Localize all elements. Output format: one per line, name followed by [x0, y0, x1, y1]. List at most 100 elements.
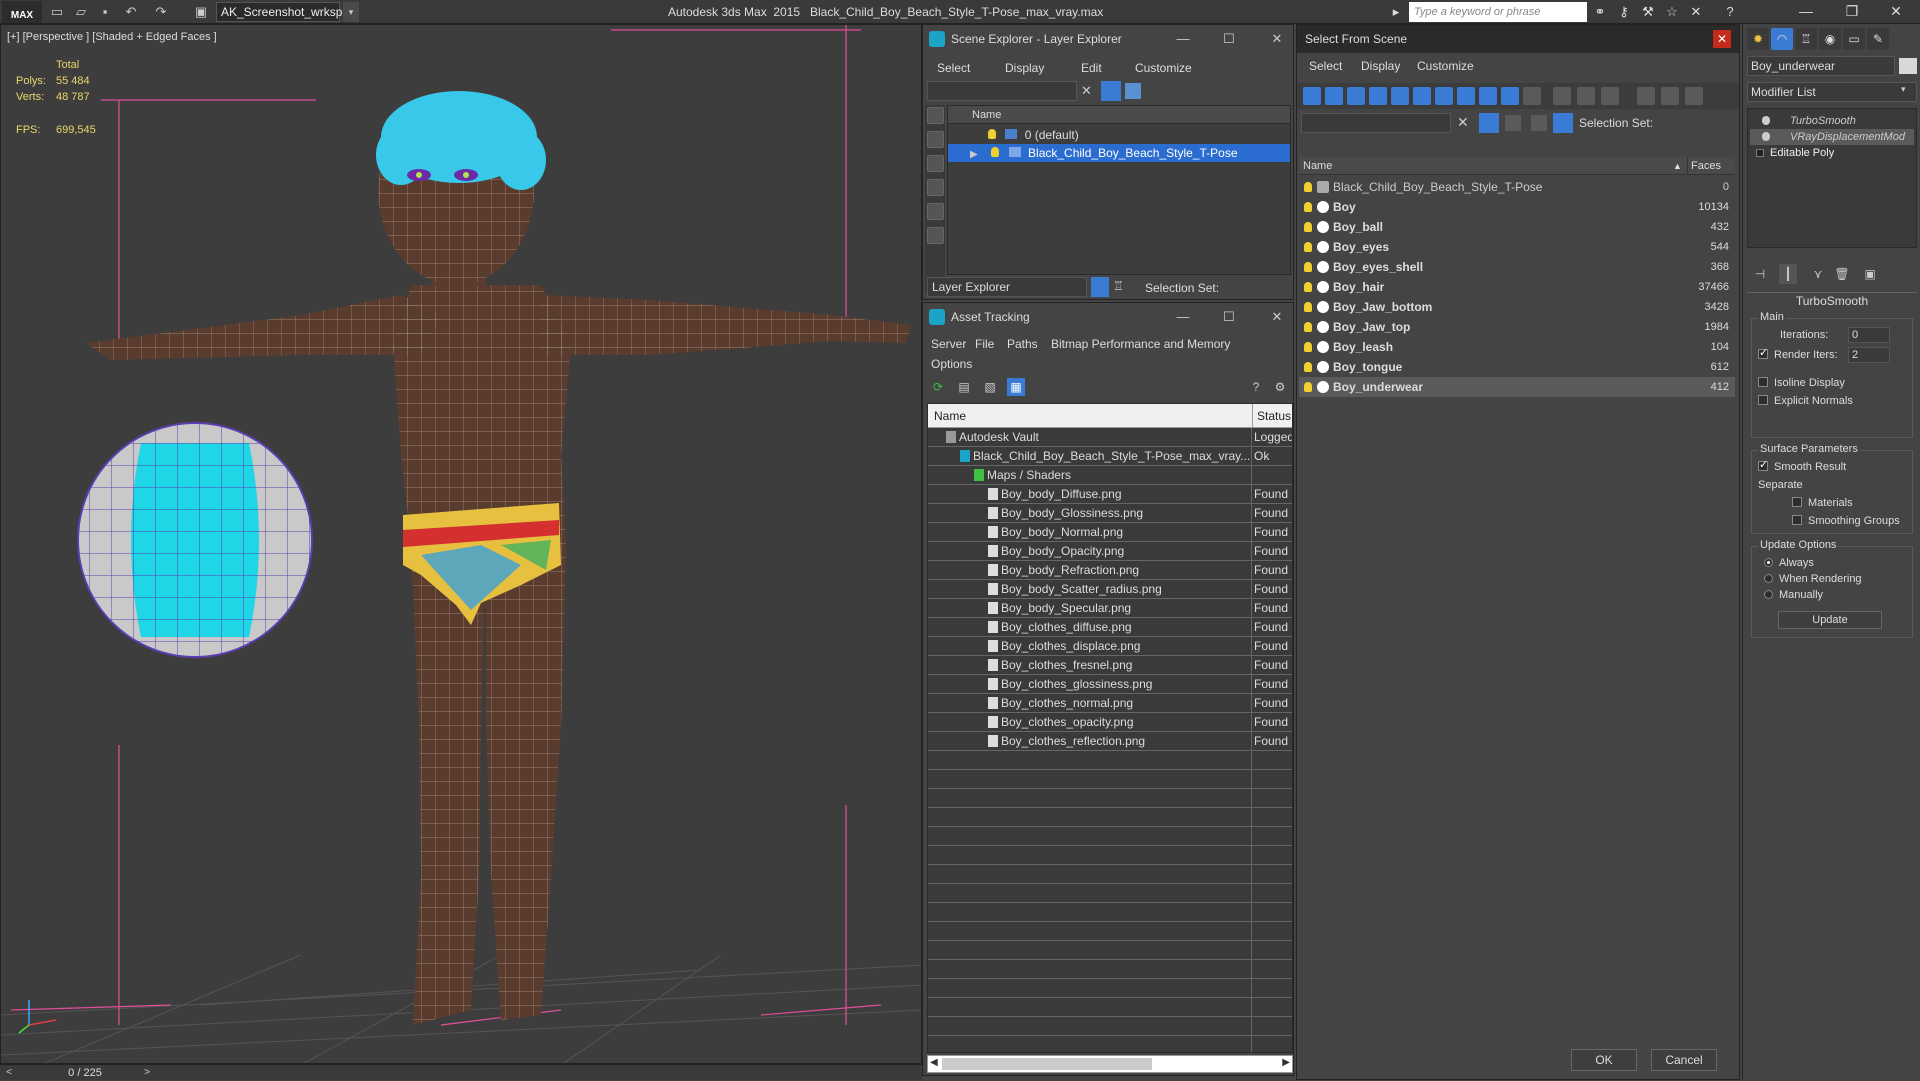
object-color-swatch[interactable] [1899, 58, 1917, 74]
expand-arrow-icon[interactable]: ▶ [970, 146, 984, 164]
filter-geometry-icon[interactable] [1303, 87, 1321, 105]
save-icon[interactable]: ▪ [96, 3, 114, 21]
object-row[interactable]: Boy_hair 37466 [1299, 277, 1735, 297]
display-spacewarps-icon[interactable] [927, 227, 944, 244]
visibility-bulb-icon[interactable] [1304, 222, 1312, 232]
modifier-list-dropdown[interactable]: Modifier List [1747, 82, 1917, 102]
visibility-bulb-icon[interactable] [1304, 322, 1312, 332]
update-button[interactable]: Update [1778, 611, 1882, 629]
asset-row[interactable]: Boy_body_Diffuse.png Found [928, 485, 1292, 504]
layer-row-selected[interactable]: ▶ Black_Child_Boy_Beach_Style_T-Pose [948, 144, 1290, 162]
modifier-bulb-icon[interactable] [1762, 116, 1770, 125]
filter-containers-icon[interactable] [1501, 87, 1519, 105]
se-maximize-button[interactable]: ☐ [1219, 30, 1239, 48]
filter-bones-icon[interactable] [1479, 87, 1497, 105]
list-view-icon[interactable]: ▤ [955, 378, 973, 396]
object-row[interactable]: Boy_ball 432 [1299, 217, 1735, 237]
workspace-selector[interactable]: AK_Screenshot_wrksp [216, 2, 342, 22]
key-icon[interactable]: ⚷ [1614, 3, 1634, 21]
at-minimize-button[interactable]: — [1173, 308, 1193, 326]
make-unique-icon[interactable]: ⋎ [1809, 264, 1827, 284]
asset-row[interactable]: Maps / Shaders [928, 466, 1292, 485]
at-menu-server[interactable]: Server [931, 337, 966, 351]
favorites-star-icon[interactable]: ☆ [1662, 3, 1682, 21]
create-tab-icon[interactable]: ✹ [1747, 28, 1769, 50]
filter-frozen-icon[interactable] [1523, 87, 1541, 105]
subscription-icon[interactable]: ⚒ [1638, 3, 1658, 21]
ss-search-input[interactable] [1301, 113, 1451, 133]
asset-row[interactable]: Boy_body_Normal.png Found [928, 523, 1292, 542]
visibility-bulb-icon[interactable] [1304, 362, 1312, 372]
info-center-icon[interactable]: ▸ [1386, 3, 1406, 21]
se-name-column[interactable]: Name [948, 106, 1290, 124]
object-name-field[interactable]: Boy_underwear [1747, 56, 1895, 76]
asset-row[interactable]: Boy_clothes_diffuse.png Found [928, 618, 1292, 637]
materials-checkbox[interactable] [1792, 497, 1802, 507]
show-end-result-icon[interactable]: ┃ [1779, 264, 1797, 284]
hierarchy-mode-icon[interactable]: ♖ [1113, 279, 1124, 293]
binoculars-icon[interactable]: ⚭ [1590, 3, 1610, 21]
visibility-bulb-icon[interactable] [1304, 342, 1312, 352]
display-cameras-icon[interactable] [927, 179, 944, 196]
thumbnail-view-icon[interactable]: ▧ [981, 378, 999, 396]
modify-tab-icon[interactable]: ◠ [1771, 28, 1793, 50]
display-all-icon[interactable] [1553, 87, 1571, 105]
utilities-tab-icon[interactable]: ✎ [1867, 28, 1889, 50]
scroll-right-icon[interactable]: ▶ [1282, 1057, 1290, 1068]
visibility-bulb-icon[interactable] [1304, 242, 1312, 252]
stack-item-turbosmooth[interactable]: TurboSmooth [1750, 113, 1914, 129]
asset-row[interactable]: Black_Child_Boy_Beach_Style_T-Pose_max_v… [928, 447, 1292, 466]
visibility-bulb-icon[interactable] [1304, 182, 1312, 192]
time-next-icon[interactable]: > [140, 1065, 154, 1081]
se-menu-edit[interactable]: Edit [1081, 61, 1102, 75]
at-menu-file[interactable]: File [975, 337, 994, 351]
search-input[interactable]: Type a keyword or phrase [1409, 2, 1587, 22]
ss-stack-icon[interactable] [1531, 115, 1547, 131]
at-menu-options[interactable]: Options [931, 357, 972, 371]
ss-filter-icon[interactable] [1479, 113, 1499, 133]
asset-row[interactable]: Boy_clothes_reflection.png Found [928, 732, 1292, 751]
asset-row[interactable]: Boy_body_Glossiness.png Found [928, 504, 1292, 523]
visibility-bulb-icon[interactable] [1304, 382, 1312, 392]
display-none-icon[interactable] [1577, 87, 1595, 105]
isoline-checkbox[interactable] [1758, 377, 1768, 387]
time-prev-icon[interactable]: < [2, 1065, 16, 1081]
cancel-button[interactable]: Cancel [1651, 1049, 1717, 1071]
minimize-button[interactable]: — [1784, 0, 1828, 22]
asset-row[interactable]: Boy_clothes_normal.png Found [928, 694, 1292, 713]
configure-sets-icon[interactable]: ▣ [1861, 264, 1879, 284]
at-col-status[interactable]: Status [1252, 404, 1291, 428]
display-invert-icon[interactable] [1601, 87, 1619, 105]
sort-up-icon[interactable]: ▲ [1673, 157, 1682, 175]
object-row[interactable]: Boy_tongue 612 [1299, 357, 1735, 377]
filter-xrefs-icon[interactable] [1457, 87, 1475, 105]
layer-mode-icon[interactable] [1091, 277, 1109, 297]
always-radio[interactable] [1764, 558, 1773, 567]
asset-row[interactable]: Boy_clothes_opacity.png Found [928, 713, 1292, 732]
filter-spacewarps-icon[interactable] [1413, 87, 1431, 105]
ss-clear-icon[interactable]: ✕ [1457, 114, 1469, 131]
app-logo[interactable]: MAX [2, 1, 42, 23]
se-filter-icon[interactable] [1101, 81, 1121, 101]
se-menu-select[interactable]: Select [937, 61, 970, 75]
ok-button[interactable]: OK [1571, 1049, 1637, 1071]
motion-tab-icon[interactable]: ◉ [1819, 28, 1841, 50]
layer-row[interactable]: 0 (default) [948, 126, 1290, 144]
ss-menu-select[interactable]: Select [1309, 59, 1342, 73]
filter-cameras-icon[interactable] [1369, 87, 1387, 105]
remove-modifier-icon[interactable]: 🗑 [1833, 264, 1851, 284]
display-helpers-icon[interactable] [927, 203, 944, 220]
help-icon[interactable]: ? [1720, 3, 1740, 21]
asset-row[interactable]: Autodesk Vault Logged [928, 428, 1292, 447]
asset-row[interactable]: Boy_body_Refraction.png Found [928, 561, 1292, 580]
explorer-type-dropdown[interactable]: Layer Explorer [927, 277, 1087, 297]
refresh-icon[interactable]: ⟳ [929, 378, 947, 396]
filter-lights-icon[interactable] [1347, 87, 1365, 105]
viewport-label[interactable]: [+] [Perspective ] [Shaded + Edged Faces… [7, 31, 217, 43]
filter-shapes-icon[interactable] [1325, 87, 1343, 105]
stack-item-editable-poly[interactable]: Editable Poly [1750, 145, 1914, 161]
at-help-icon[interactable]: ? [1247, 378, 1265, 396]
render-iters-spinner[interactable]: 2 [1848, 347, 1890, 363]
object-row[interactable]: Boy_Jaw_bottom 3428 [1299, 297, 1735, 317]
display-lights-icon[interactable] [927, 155, 944, 172]
